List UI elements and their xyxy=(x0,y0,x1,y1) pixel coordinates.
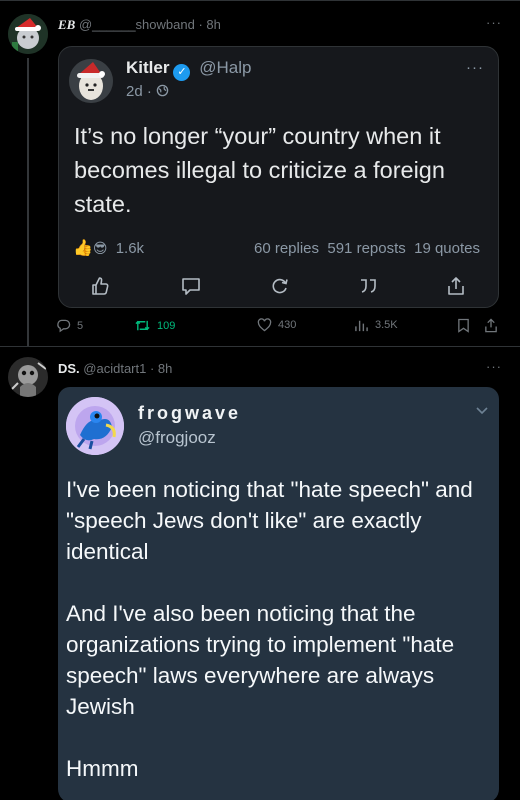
retweet-icon xyxy=(135,320,150,331)
views-count: 3.5K xyxy=(375,319,398,331)
share-icon[interactable] xyxy=(445,275,467,297)
quoted-header: Kitler ✓ @Halp xyxy=(126,58,251,81)
quoted-time: 2d · xyxy=(126,83,169,100)
more-options-button[interactable]: ··· xyxy=(486,15,502,30)
quoted-avatar[interactable] xyxy=(69,59,113,103)
quoted-more-options-button[interactable]: ··· xyxy=(466,59,484,76)
card-post-text: I've been noticing that "hate speech" an… xyxy=(66,474,486,784)
quoted-post-text: It’s no longer “your” country when it be… xyxy=(74,123,445,217)
verified-badge-icon: ✓ xyxy=(173,64,191,81)
repost-icon[interactable] xyxy=(269,275,291,297)
avatar[interactable] xyxy=(8,357,48,397)
thumbs-up-emoji-icon: 👍 xyxy=(73,240,93,257)
globe-icon xyxy=(156,84,169,97)
thread-line xyxy=(27,58,29,346)
quoted-author-name[interactable]: Kitler xyxy=(126,58,169,77)
quoted-stats: 60 replies 591 reposts 19 quotes xyxy=(254,240,480,257)
quoted-post-card[interactable]: Kitler ✓ @Halp ··· 2d · It’s no longer “y… xyxy=(58,46,499,308)
screenshot-card[interactable]: frogwave @frogjooz I've been noticing th… xyxy=(58,387,499,800)
repost-button[interactable]: 109 xyxy=(134,318,175,333)
author-name[interactable]: DS. xyxy=(58,361,80,376)
card-author-name: frogwave xyxy=(138,403,242,423)
post-header: EB @______showband · 8h xyxy=(58,17,221,33)
reactions-summary[interactable]: 👍😎 1.6k xyxy=(73,238,144,258)
more-options-button[interactable]: ··· xyxy=(486,359,502,374)
quoted-author-handle[interactable]: @Halp xyxy=(199,58,251,77)
reply-count: 5 xyxy=(77,319,84,332)
views-button[interactable]: 3.5K xyxy=(354,318,398,332)
reposts-count-link[interactable]: 591 reposts xyxy=(327,240,405,257)
comment-icon[interactable] xyxy=(180,275,202,297)
quoted-action-bar xyxy=(59,275,500,299)
quoted-time-text: 2d · xyxy=(126,83,152,100)
card-author-handle: @frogjooz xyxy=(138,428,216,447)
post-header: DS. @acidtart1 · 8h xyxy=(58,361,172,376)
avatar[interactable] xyxy=(8,14,48,54)
views-chart-icon xyxy=(355,320,368,332)
bookmark-icon xyxy=(458,318,469,333)
post-time[interactable]: · 8h xyxy=(150,361,172,376)
tweet-post-1[interactable]: EB @______showband · 8h ··· Kitler ✓ @Hal… xyxy=(0,0,520,346)
chevron-down-icon xyxy=(476,407,488,415)
author-name[interactable]: EB xyxy=(58,17,75,32)
like-button[interactable]: 430 xyxy=(257,318,296,332)
repost-count: 109 xyxy=(157,319,176,332)
author-handle[interactable]: @acidtart1 xyxy=(83,361,146,376)
post-time[interactable]: · 8h xyxy=(198,17,220,32)
share-button[interactable] xyxy=(484,318,498,333)
like-thumb-icon[interactable] xyxy=(89,275,111,297)
quote-icon[interactable] xyxy=(357,275,379,297)
heart-icon xyxy=(257,318,272,332)
bookmark-button[interactable] xyxy=(457,318,470,333)
frogwave-avatar xyxy=(66,397,124,455)
card-paragraph: And I've also been noticing that the org… xyxy=(66,601,455,719)
quotes-count-link[interactable]: 19 quotes xyxy=(414,240,480,257)
smiling-face-emoji-icon: 😎 xyxy=(92,240,108,256)
share-icon xyxy=(485,318,497,333)
card-paragraph: Hmmm xyxy=(66,756,139,781)
author-handle[interactable]: @______showband xyxy=(79,17,195,32)
like-count: 430 xyxy=(278,319,297,331)
reply-icon xyxy=(57,319,71,333)
card-paragraph: I've been noticing that "hate speech" an… xyxy=(66,477,473,564)
replies-count-link[interactable]: 60 replies xyxy=(254,240,319,257)
reply-button[interactable]: 5 xyxy=(56,318,83,333)
reactions-count: 1.6k xyxy=(115,240,145,257)
post-action-bar: 5 109 430 3.5K xyxy=(56,318,506,338)
tweet-post-2[interactable]: DS. @acidtart1 · 8h ··· frogwave @frogjo… xyxy=(0,346,520,800)
